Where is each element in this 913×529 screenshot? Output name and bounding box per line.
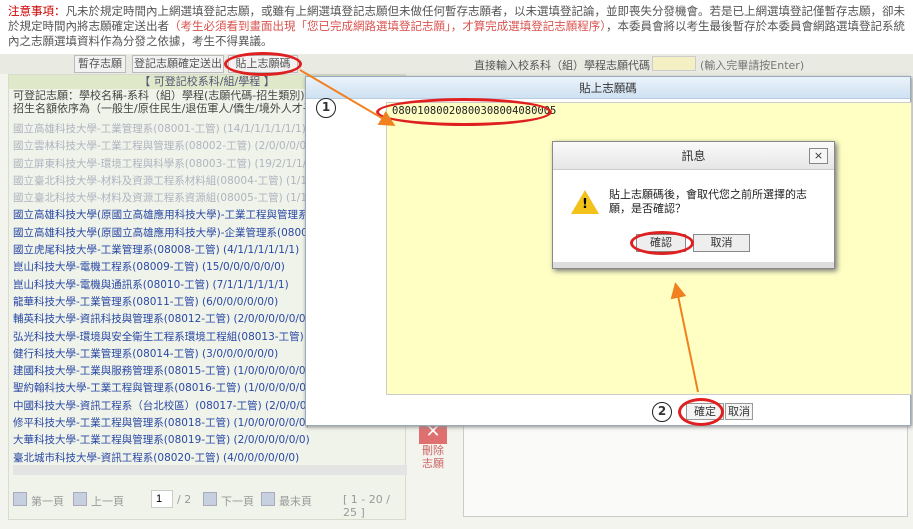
arrow-1 xyxy=(299,69,396,127)
arrow-2 xyxy=(670,282,699,393)
annotation-arrows xyxy=(299,69,699,393)
